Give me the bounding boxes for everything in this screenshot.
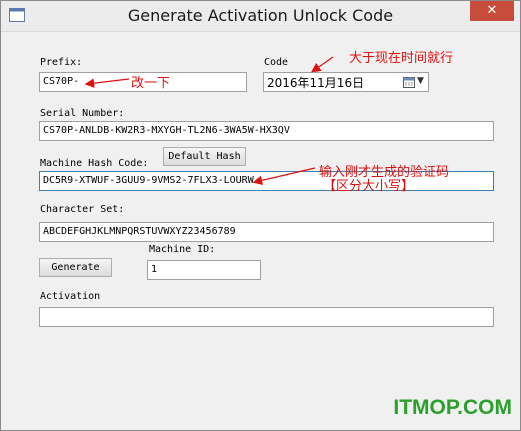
arrow-to-prefix [84,78,130,88]
window: Generate Activation Unlock Code ✕ Prefix… [0,0,521,431]
annotation-arrows [84,56,334,186]
arrow-to-date [311,56,334,73]
watermark: ITMOP.COM [393,396,512,419]
arrow-to-hash [252,167,316,186]
